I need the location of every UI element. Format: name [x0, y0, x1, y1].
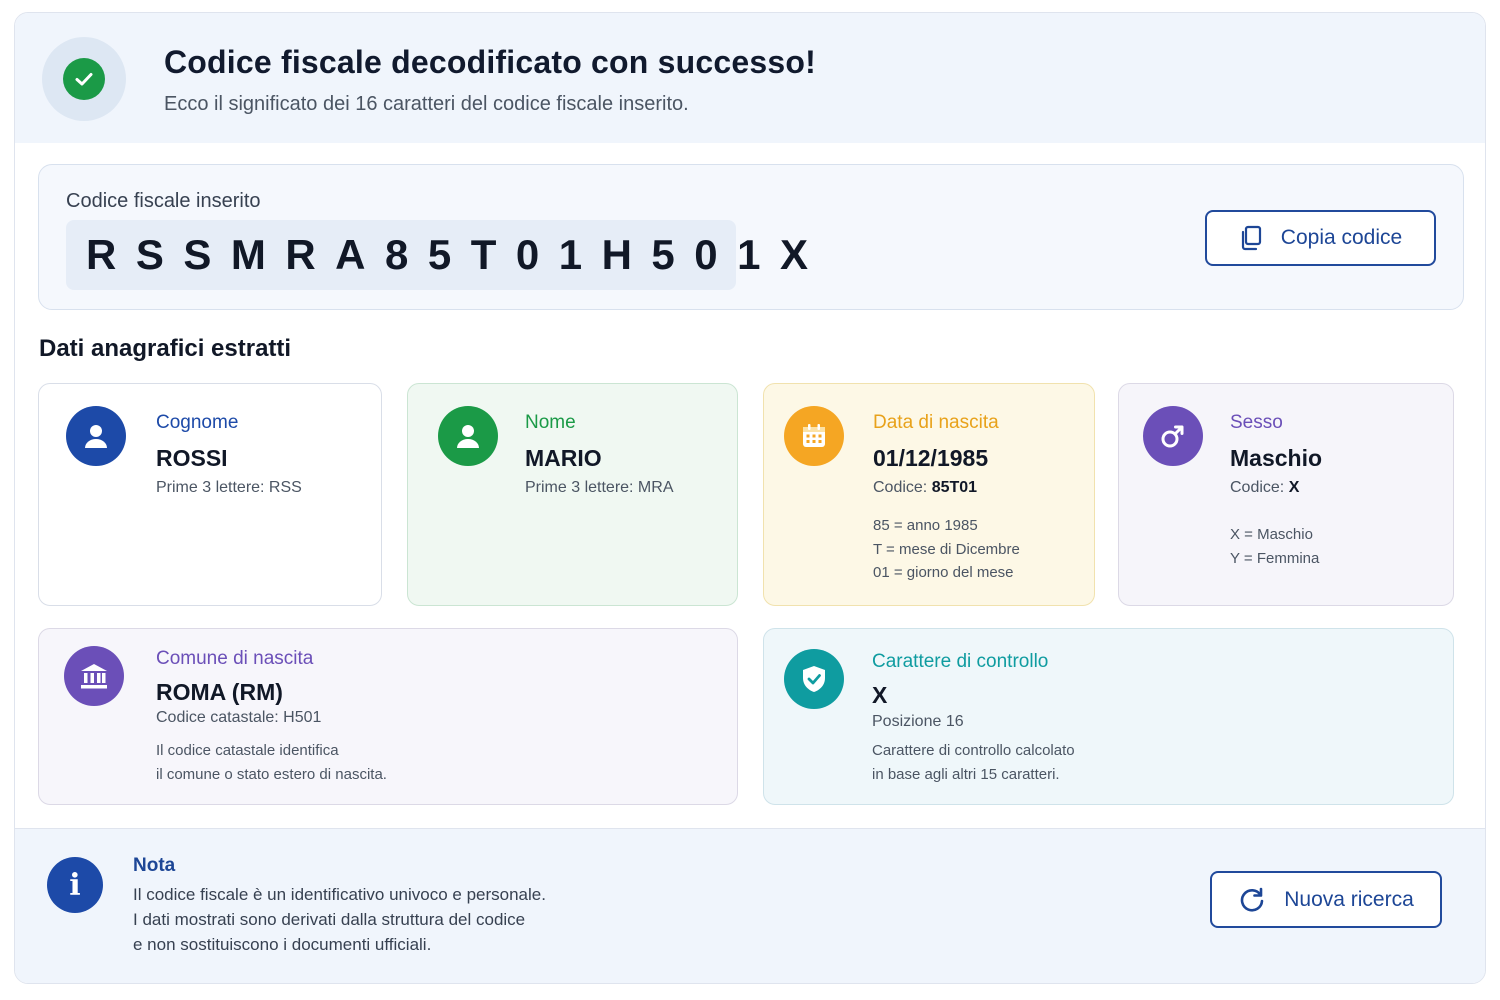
check-icon: [63, 58, 105, 100]
new-search-button[interactable]: Nuova ricerca: [1210, 871, 1442, 928]
card-value: MARIO: [525, 445, 602, 471]
detail-line: X = Maschio: [1230, 526, 1313, 543]
card-sesso: Sesso Maschio Codice: X X = Maschio Y = …: [1118, 383, 1454, 606]
code-box: Codice fiscale inserito RSSMRA85T01H501X…: [38, 164, 1464, 310]
detail-line: Il codice catastale identifica: [156, 742, 339, 759]
bank-icon: [64, 646, 124, 706]
code-prefix: Codice:: [873, 479, 932, 496]
detail-line: 85 = anno 1985: [873, 517, 978, 534]
card-label: Comune di nascita: [156, 648, 314, 669]
card-sub: Posizione 16: [872, 713, 964, 730]
card-comune-nascita: Comune di nascita ROMA (RM) Codice catas…: [38, 628, 738, 805]
card-sub: Codice catastale: H501: [156, 709, 322, 726]
card-label: Cognome: [156, 412, 239, 433]
result-panel: Codice fiscale decodificato con successo…: [14, 12, 1486, 984]
card-details: Il codice catastale identifica il comune…: [156, 739, 387, 786]
detail-line: 01 = giorno del mese: [873, 564, 1014, 581]
card-value: 01/12/1985: [873, 445, 989, 471]
card-details: 85 = anno 1985 T = mese di Dicembre 01 =…: [873, 514, 1020, 585]
page-subtitle: Ecco il significato dei 16 caratteri del…: [164, 93, 689, 115]
card-value: ROMA (RM): [156, 679, 283, 705]
calendar-icon: [784, 406, 844, 466]
note-footer: i Nota Il codice fiscale è un identifica…: [15, 828, 1485, 983]
card-label: Data di nascita: [873, 412, 999, 433]
card-details: Carattere di controllo calcolato in base…: [872, 739, 1075, 786]
note-line: e non sostituiscono i documenti ufficial…: [133, 935, 432, 954]
note-title: Nota: [133, 855, 176, 876]
detail-line: Y = Femmina: [1230, 549, 1320, 567]
card-sub: Codice: X: [1230, 479, 1299, 497]
card-data-nascita: Data di nascita 01/12/1985 Codice: 85T01…: [763, 383, 1095, 606]
card-value: ROSSI: [156, 445, 228, 471]
card-label: Sesso: [1230, 412, 1283, 433]
new-search-label: Nuova ricerca: [1284, 887, 1414, 911]
note-line: Il codice fiscale è un identificativo un…: [133, 885, 546, 904]
copy-code-button[interactable]: Copia codice: [1205, 210, 1436, 266]
card-sub: Prime 3 lettere: MRA: [525, 479, 674, 496]
code-prefix: Codice:: [1230, 479, 1289, 496]
shield-check-icon: [784, 649, 844, 709]
detail-line: Carattere di controllo calcolato: [872, 742, 1075, 759]
code-display: RSSMRA85T01H501X: [66, 220, 808, 290]
card-value: Maschio: [1230, 445, 1323, 471]
success-header: Codice fiscale decodificato con successo…: [15, 13, 1485, 143]
card-sub: Codice: 85T01: [873, 479, 977, 497]
code-label: Codice fiscale inserito: [66, 190, 261, 212]
code-value: RSSMRA85T01H501X: [86, 231, 828, 278]
copy-icon: [1241, 225, 1261, 251]
male-icon: [1143, 406, 1203, 466]
copy-code-label: Copia codice: [1280, 226, 1403, 249]
refresh-icon: [1240, 887, 1264, 912]
detail-line: T = mese di Dicembre: [873, 540, 1020, 558]
detail-line: il comune o stato estero di nascita.: [156, 765, 387, 783]
user-icon: [66, 406, 126, 466]
card-carattere-controllo: Carattere di controllo X Posizione 16 Ca…: [763, 628, 1454, 805]
code-part: X: [1288, 479, 1300, 496]
card-label: Carattere di controllo: [872, 651, 1049, 672]
code-part: 85T01: [931, 479, 978, 496]
note-text: Il codice fiscale è un identificativo un…: [133, 882, 546, 957]
page-title: Codice fiscale decodificato con successo…: [164, 44, 816, 80]
card-label: Nome: [525, 412, 576, 433]
success-badge: [42, 37, 126, 121]
card-details: X = Maschio Y = Femmina: [1230, 523, 1319, 570]
section-title: Dati anagrafici estratti: [39, 335, 292, 362]
user-icon: [438, 406, 498, 466]
card-value: X: [872, 682, 888, 708]
card-cognome: Cognome ROSSI Prime 3 lettere: RSS: [38, 383, 382, 606]
detail-line: in base agli altri 15 caratteri.: [872, 765, 1060, 783]
card-sub: Prime 3 lettere: RSS: [156, 479, 302, 496]
card-nome: Nome MARIO Prime 3 lettere: MRA: [407, 383, 738, 606]
info-icon: i: [47, 857, 103, 913]
note-line: I dati mostrati sono derivati dalla stru…: [133, 910, 526, 929]
